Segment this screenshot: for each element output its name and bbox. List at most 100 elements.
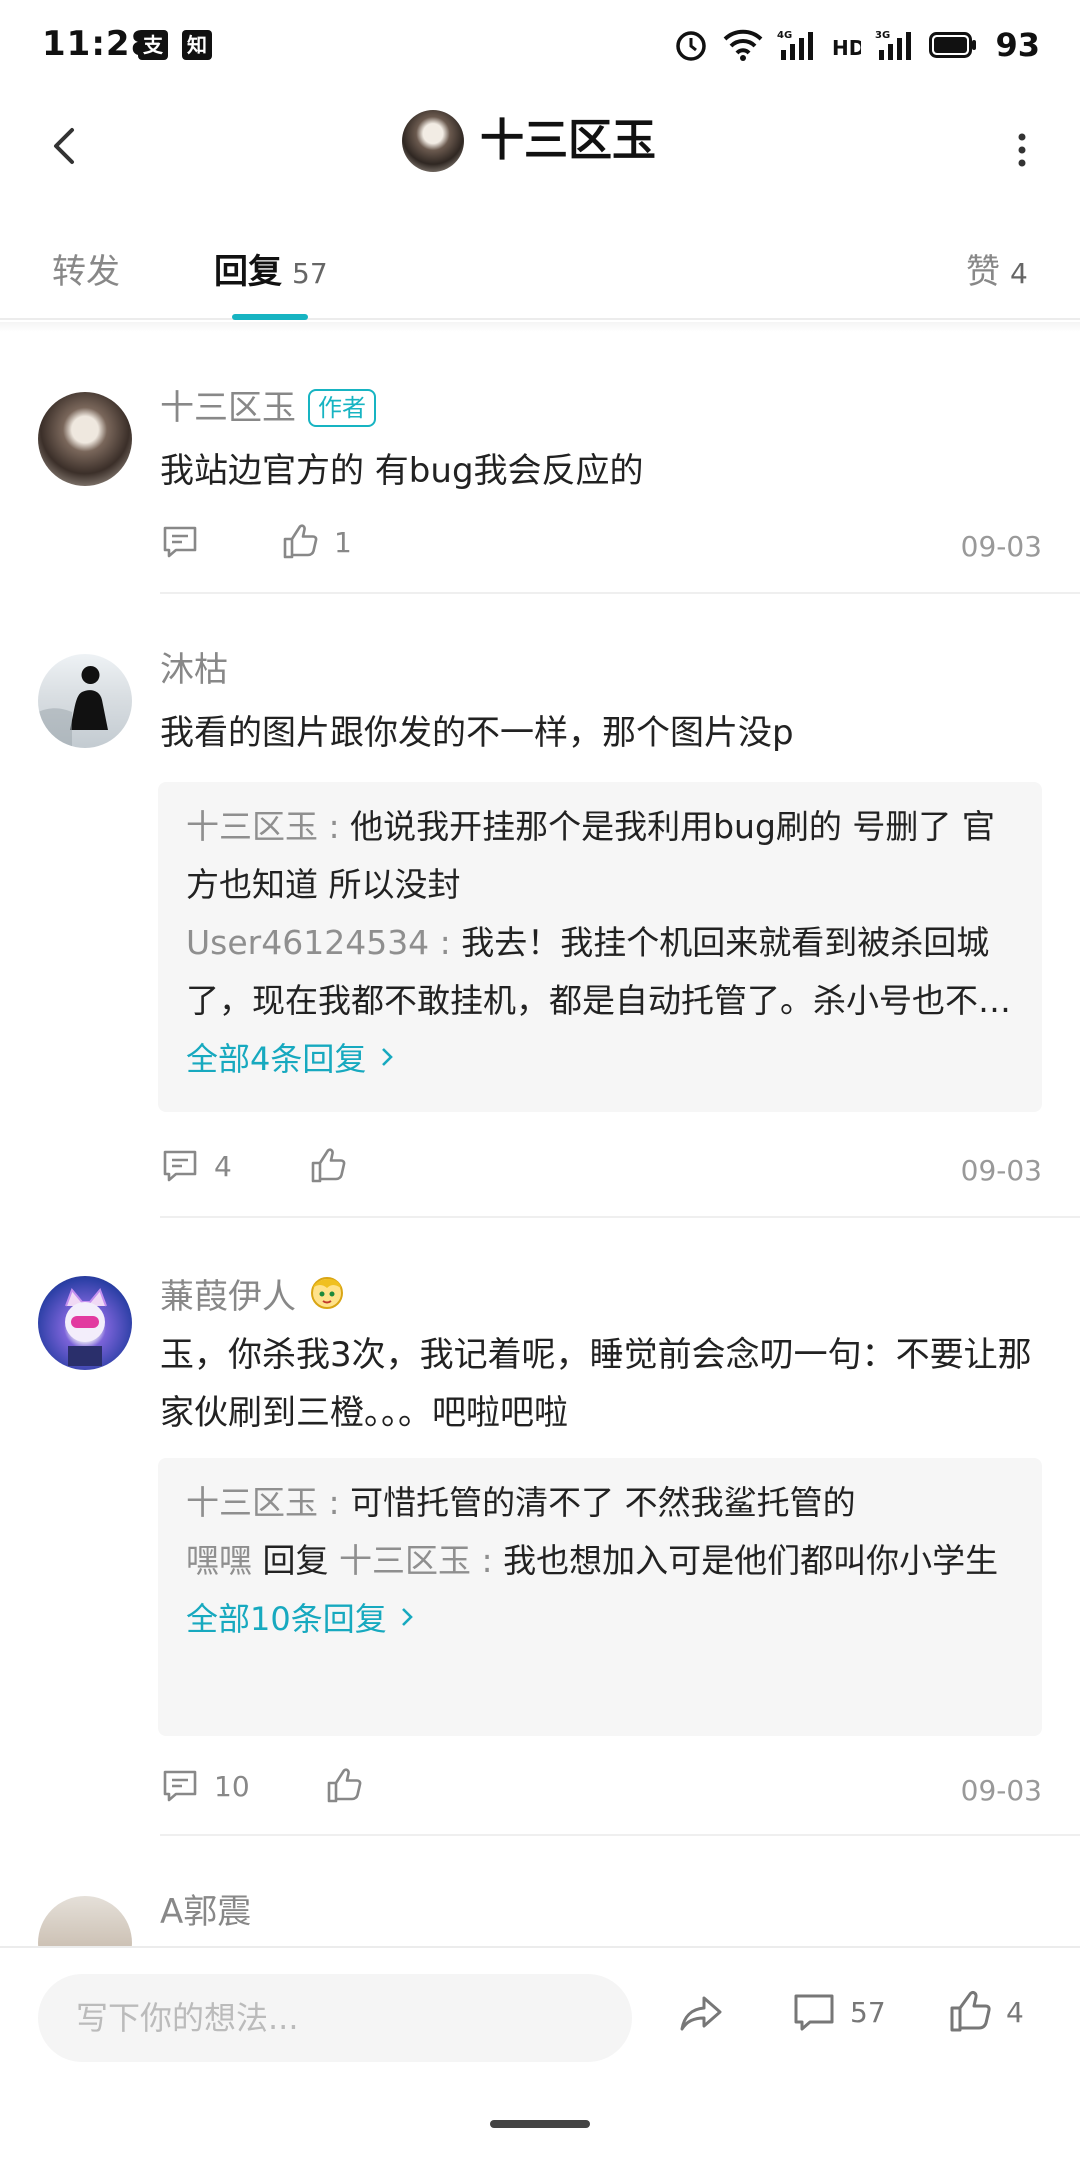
cat-helmet-image xyxy=(65,1288,107,1366)
comment-actions: 10 09-03 xyxy=(160,1766,1042,1816)
reply-preview: 嘿嘿 回复 十三区玉 : 我也想加入可是他们都叫你小学生 xyxy=(186,1532,1014,1590)
view-all-replies-link[interactable]: 全部4条回复 xyxy=(186,1030,1014,1088)
share-button[interactable] xyxy=(676,1988,738,2038)
tab-replies[interactable]: 回复 57 xyxy=(214,244,328,293)
comment-divider xyxy=(160,592,1080,594)
like-button[interactable]: 1 xyxy=(280,522,352,562)
comment-divider xyxy=(160,1834,1080,1836)
tab-replies-count: 57 xyxy=(292,257,328,290)
reply-separator: : xyxy=(470,1541,504,1580)
comment-author-name[interactable]: 蒹葭伊人 xyxy=(160,1275,296,1319)
avatar[interactable] xyxy=(38,654,132,748)
hd-icon: HD xyxy=(831,27,861,63)
author-avatar[interactable] xyxy=(402,110,464,172)
chevron-left-icon xyxy=(54,128,74,164)
chevron-right-icon xyxy=(401,1608,413,1626)
comment-author-name[interactable]: A郭震 xyxy=(160,1890,251,1934)
comment-icon xyxy=(163,526,197,558)
share-icon xyxy=(680,1996,722,2031)
battery-icon xyxy=(929,27,977,63)
comment-text[interactable]: 我看的图片跟你发的不一样，那个图片没p xyxy=(160,704,1040,762)
comment-author-name[interactable]: 十三区玉 xyxy=(160,386,296,430)
comment-text[interactable]: 我站边官方的 有bug我会反应的 xyxy=(160,442,1040,500)
svg-text:HD: HD xyxy=(832,36,861,60)
comment-date: 09-03 xyxy=(960,1774,1042,1807)
thumbs-up-icon xyxy=(311,1148,346,1183)
comment-date: 09-03 xyxy=(960,530,1042,563)
page-title[interactable]: 十三区玉 xyxy=(480,110,656,172)
like-button[interactable] xyxy=(308,1146,362,1186)
thumbs-up-icon xyxy=(283,524,318,559)
reply-user[interactable]: User46124534 xyxy=(186,923,429,962)
bottom-action-bar: 写下你的想法... 57 4 xyxy=(0,1946,1080,2160)
back-button[interactable] xyxy=(38,118,98,178)
tab-replies-label: 回复 xyxy=(214,252,282,292)
tab-repost-label: 转发 xyxy=(52,252,120,292)
active-tab-indicator xyxy=(232,314,308,320)
tab-likes-count: 4 xyxy=(1010,257,1028,290)
comment-icon xyxy=(163,1770,197,1802)
comment-icon xyxy=(163,1150,197,1182)
avatar[interactable] xyxy=(38,392,132,486)
more-options-button[interactable] xyxy=(1002,120,1042,180)
reply-target-user[interactable]: 十三区玉 xyxy=(339,1541,471,1580)
comment-author: 蒹葭伊人 xyxy=(160,1270,348,1323)
comment-actions: 4 09-03 xyxy=(160,1146,1042,1196)
reply-count: 4 xyxy=(214,1149,232,1183)
comment-author: A郭震 xyxy=(160,1890,251,1934)
comment-text[interactable]: 玉，你杀我3次，我记着呢，睡觉前会念叨一句：不要让那家伙刷到三橙。。。吧啦吧啦 xyxy=(160,1326,1040,1442)
reply-preview-box[interactable]: 十三区玉 : 他说我开挂那个是我利用bug刷的 号删了 官方也知道 所以没封 U… xyxy=(158,782,1042,1112)
comment-divider xyxy=(160,1216,1080,1218)
alarm-icon xyxy=(673,27,709,63)
svg-text:3G: 3G xyxy=(875,30,890,41)
reply-text: 可惜托管的清不了 不然我鲨托管的 xyxy=(350,1483,856,1522)
comment-author: 十三区玉 作者 xyxy=(160,386,376,430)
comment-input[interactable]: 写下你的想法... xyxy=(38,1974,632,2062)
thumbs-up-icon xyxy=(327,1768,362,1803)
reply-user[interactable]: 十三区玉 xyxy=(186,1483,318,1522)
chevron-right-icon xyxy=(381,1048,393,1066)
silhouette-image xyxy=(38,666,108,748)
reply-button[interactable] xyxy=(160,522,214,562)
alipay-app-icon: 支 xyxy=(138,30,168,60)
reply-word: 回复 xyxy=(252,1541,339,1580)
reply-separator: : xyxy=(318,807,351,846)
reply-user[interactable]: 嘿嘿 xyxy=(186,1541,252,1580)
view-all-replies-label: 全部10条回复 xyxy=(186,1600,387,1638)
reply-button[interactable]: 4 xyxy=(160,1146,232,1186)
reply-button[interactable]: 10 xyxy=(160,1766,250,1806)
reply-text: 我也想加入可是他们都叫你小学生 xyxy=(503,1541,999,1580)
comment-actions: 1 09-03 xyxy=(160,522,1042,572)
tab-divider xyxy=(0,322,1080,332)
more-vertical-icon xyxy=(1018,133,1026,167)
sticker-icon xyxy=(306,1270,348,1323)
reply-separator: : xyxy=(429,923,462,962)
comment-icon xyxy=(794,1994,834,2031)
signal-3g-icon: 3G xyxy=(875,27,915,63)
comment-author: 沐枯 xyxy=(160,648,228,692)
reply-separator: : xyxy=(318,1483,351,1522)
view-all-replies-link[interactable]: 全部10条回复 xyxy=(186,1590,1014,1648)
wifi-icon xyxy=(723,27,763,63)
tab-likes-label: 赞 xyxy=(966,252,1000,292)
comment-author-name[interactable]: 沐枯 xyxy=(160,648,228,692)
tab-likes[interactable]: 赞4 xyxy=(966,244,1028,293)
comments-count: 57 xyxy=(850,1995,886,2029)
reply-preview: 十三区玉 : 可惜托管的清不了 不然我鲨托管的 xyxy=(186,1474,1014,1532)
author-badge: 作者 xyxy=(308,389,376,427)
avatar[interactable] xyxy=(38,1276,132,1370)
top-nav: 十三区玉 xyxy=(0,90,1080,210)
comments-button[interactable]: 57 xyxy=(790,1988,886,2036)
like-button[interactable]: 4 xyxy=(946,1988,1024,2036)
reply-count: 10 xyxy=(214,1769,250,1803)
battery-level: 93 xyxy=(995,26,1040,64)
zhihu-app-icon: 知 xyxy=(182,30,212,60)
reply-user[interactable]: 十三区玉 xyxy=(186,807,318,846)
signal-4g-icon: 4G xyxy=(777,27,817,63)
reply-preview-box[interactable]: 十三区玉 : 可惜托管的清不了 不然我鲨托管的 嘿嘿 回复 十三区玉 : 我也想… xyxy=(158,1458,1042,1736)
tab-bar: 转发 回复 57 赞4 xyxy=(0,210,1080,320)
home-indicator[interactable] xyxy=(490,2120,590,2128)
like-button[interactable] xyxy=(324,1766,378,1806)
view-all-replies-label: 全部4条回复 xyxy=(186,1040,367,1078)
tab-repost[interactable]: 转发 xyxy=(52,244,120,293)
